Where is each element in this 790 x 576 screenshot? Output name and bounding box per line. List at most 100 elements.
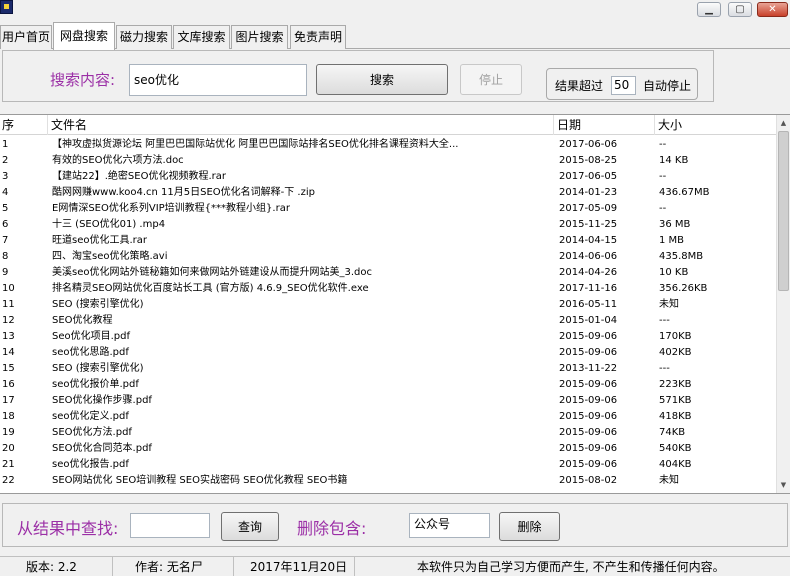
row-size: 418KB <box>659 411 692 422</box>
row-number: 8 <box>2 251 9 262</box>
row-filename: E网情深SEO优化系列VIP培训教程{***教程小组}.rar <box>52 203 290 214</box>
status-date: 2017年11月20日 <box>234 557 355 576</box>
row-date: 2015-09-06 <box>559 395 618 406</box>
table-row[interactable]: 17 SEO优化操作步骤.pdf 2015-09-06 571KB <box>0 393 776 409</box>
row-size: 436.67MB <box>659 187 710 198</box>
row-date: 2014-06-06 <box>559 251 618 262</box>
row-filename: SEO优化操作步骤.pdf <box>52 395 152 406</box>
row-filename: seo优化报告.pdf <box>52 459 129 470</box>
table-row[interactable]: 9 美溪seo优化网站外链秘籍如何来做网站外链建设从而提升网站美_3.doc 201… <box>0 265 776 281</box>
tab-magnet-search[interactable]: 磁力搜索 <box>116 25 172 49</box>
tab-disclaimer[interactable]: 免责声明 <box>290 25 346 49</box>
row-size: -- <box>659 139 667 150</box>
table-row[interactable]: 14 seo优化思路.pdf 2015-09-06 402KB <box>0 345 776 361</box>
row-size: --- <box>659 315 670 326</box>
row-size: 1 MB <box>659 235 685 246</box>
tab-home[interactable]: 用户首页 <box>0 25 52 49</box>
find-in-results-input[interactable] <box>130 513 210 538</box>
search-input[interactable]: seo优化 <box>129 64 307 96</box>
row-number: 3 <box>2 171 9 182</box>
maximize-button[interactable]: ▢ <box>728 2 752 17</box>
table-row[interactable]: 7 旺道seo优化工具.rar 2014-04-15 1 MB <box>0 233 776 249</box>
limit-input[interactable]: 50 <box>611 76 636 95</box>
limit-prefix-label: 结果超过 <box>555 79 604 93</box>
row-date: 2017-06-05 <box>559 171 618 182</box>
col-size[interactable]: 大小 <box>656 115 776 135</box>
delete-contains-input[interactable]: 公众号 <box>409 513 490 538</box>
close-button[interactable]: ✕ <box>757 2 788 17</box>
row-filename: 排名精灵SEO网站优化百度站长工具 (官方版) 4.6.9_SEO优化软件.ex… <box>52 283 369 294</box>
row-filename: 【神攻虚拟货源论坛 阿里巴巴国际站优化 阿里巴巴国际站排名SEO优化排名课程资料… <box>52 139 459 150</box>
row-size: -- <box>659 171 667 182</box>
delete-button[interactable]: 删除 <box>499 512 560 541</box>
table-row[interactable]: 10 排名精灵SEO网站优化百度站长工具 (官方版) 4.6.9_SEO优化软件.… <box>0 281 776 297</box>
row-filename: seo优化定义.pdf <box>52 411 129 422</box>
table-row[interactable]: 18 seo优化定义.pdf 2015-09-06 418KB <box>0 409 776 425</box>
stop-button[interactable]: 停止 <box>460 64 522 95</box>
search-label: 搜索内容: <box>50 71 116 89</box>
status-version: 版本: 2.2 <box>0 557 113 576</box>
tab-library-search[interactable]: 文库搜索 <box>173 25 230 49</box>
query-button[interactable]: 查询 <box>221 512 279 541</box>
row-date: 2014-01-23 <box>559 187 618 198</box>
table-row[interactable]: 5 E网情深SEO优化系列VIP培训教程{***教程小组}.rar 2017-05-… <box>0 201 776 217</box>
search-panel: 搜索内容: seo优化 搜索 停止 结果超过 50 自动停止 <box>2 50 714 102</box>
row-filename: SEO (搜索引擎优化) <box>52 363 144 374</box>
row-filename: SEO网站优化 SEO培训教程 SEO实战密码 SEO优化教程 SEO书籍 <box>52 475 348 486</box>
row-date: 2015-09-06 <box>559 411 618 422</box>
table-row[interactable]: 2 有效的SEO优化六项方法.doc 2015-08-25 14 KB <box>0 153 776 169</box>
close-icon: ✕ <box>768 4 777 15</box>
row-date: 2015-09-06 <box>559 459 618 470</box>
table-row[interactable]: 11 SEO (搜索引擎优化) 2016-05-11 未知 <box>0 297 776 313</box>
row-number: 14 <box>2 347 15 358</box>
table-row[interactable]: 15 SEO (搜索引擎优化) 2013-11-22 --- <box>0 361 776 377</box>
scrollbar-thumb[interactable] <box>778 131 789 291</box>
vertical-scrollbar[interactable]: ▲ ▼ <box>776 115 790 493</box>
row-date: 2014-04-15 <box>559 235 618 246</box>
col-filename[interactable]: 文件名 <box>49 115 554 135</box>
row-number: 21 <box>2 459 15 470</box>
row-filename: 酷网网赚www.koo4.cn 11月5日SEO优化名词解释-下 .zip <box>52 187 315 198</box>
col-number[interactable]: 序 <box>0 115 48 135</box>
tab-netdisk-search[interactable]: 网盘搜索 <box>53 22 115 50</box>
scroll-down-icon[interactable]: ▼ <box>777 478 790 492</box>
filter-panel: 从结果中查找: 查询 删除包含: 公众号 删除 <box>2 503 788 547</box>
row-date: 2017-05-09 <box>559 203 618 214</box>
results-table[interactable]: 序 文件名 日期 大小 1 【神攻虚拟货源论坛 阿里巴巴国际站优化 阿里巴巴国际站… <box>0 114 790 494</box>
row-number: 16 <box>2 379 15 390</box>
row-date: 2015-08-02 <box>559 475 618 486</box>
table-row[interactable]: 6 十三 (SEO优化01) .mp4 2015-11-25 36 MB <box>0 217 776 233</box>
row-size: 10 KB <box>659 267 689 278</box>
row-size: 356.26KB <box>659 283 708 294</box>
row-filename: SEO优化教程 <box>52 315 113 326</box>
row-filename: 旺道seo优化工具.rar <box>52 235 148 246</box>
table-header: 序 文件名 日期 大小 <box>0 115 776 135</box>
minimize-button[interactable]: ▁ <box>697 2 721 17</box>
table-row[interactable]: 16 seo优化报价单.pdf 2015-09-06 223KB <box>0 377 776 393</box>
table-row[interactable]: 3 【建站22】.绝密SEO优化视频教程.rar 2017-06-05 -- <box>0 169 776 185</box>
col-date[interactable]: 日期 <box>555 115 655 135</box>
tab-image-search[interactable]: 图片搜索 <box>231 25 288 49</box>
table-row[interactable]: 22 SEO网站优化 SEO培训教程 SEO实战密码 SEO优化教程 SEO书籍 2… <box>0 473 776 489</box>
table-row[interactable]: 12 SEO优化教程 2015-01-04 --- <box>0 313 776 329</box>
row-number: 4 <box>2 187 9 198</box>
table-row[interactable]: 1 【神攻虚拟货源论坛 阿里巴巴国际站优化 阿里巴巴国际站排名SEO优化排名课程资… <box>0 137 776 153</box>
table-row[interactable]: 13 Seo优化项目.pdf 2015-09-06 170KB <box>0 329 776 345</box>
row-number: 22 <box>2 475 15 486</box>
scroll-up-icon[interactable]: ▲ <box>777 116 790 130</box>
table-row[interactable]: 21 seo优化报告.pdf 2015-09-06 404KB <box>0 457 776 473</box>
table-row[interactable]: 8 四、淘宝seo优化策略.avi 2014-06-06 435.8MB <box>0 249 776 265</box>
table-row[interactable]: 20 SEO优化合同范本.pdf 2015-09-06 540KB <box>0 441 776 457</box>
limit-suffix-label: 自动停止 <box>643 79 692 93</box>
search-button[interactable]: 搜索 <box>316 64 448 95</box>
row-date: 2015-08-25 <box>559 155 618 166</box>
row-filename: 十三 (SEO优化01) .mp4 <box>52 219 166 230</box>
row-filename: SEO (搜索引擎优化) <box>52 299 144 310</box>
row-number: 10 <box>2 283 15 294</box>
row-date: 2015-09-06 <box>559 379 618 390</box>
row-number: 19 <box>2 427 15 438</box>
table-row[interactable]: 19 SEO优化方法.pdf 2015-09-06 74KB <box>0 425 776 441</box>
row-number: 6 <box>2 219 9 230</box>
table-row[interactable]: 4 酷网网赚www.koo4.cn 11月5日SEO优化名词解释-下 .zip 20… <box>0 185 776 201</box>
row-date: 2015-09-06 <box>559 331 618 342</box>
